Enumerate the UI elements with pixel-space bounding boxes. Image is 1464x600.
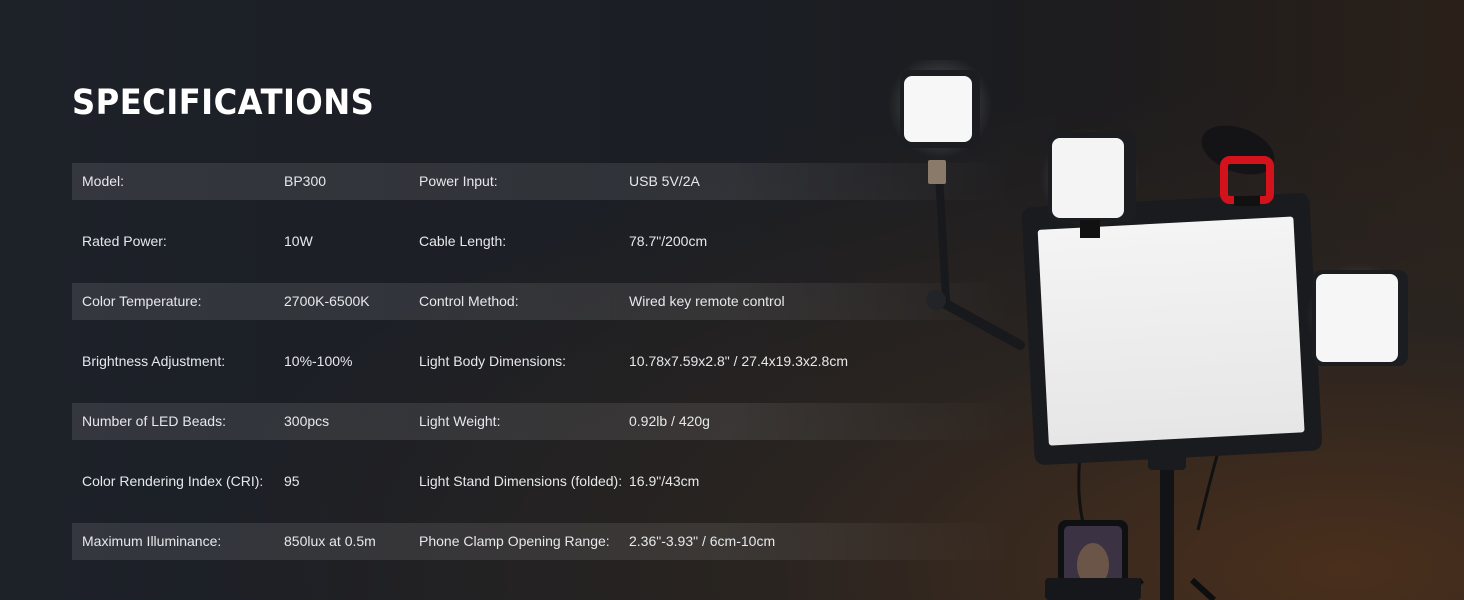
spec-value: 10.78x7.59x2.8" / 27.4x19.3x2.8cm [629, 353, 849, 369]
spec-label: Cable Length: [419, 233, 507, 249]
spec-value: 850lux at 0.5m [284, 533, 376, 549]
mini-light [1040, 128, 1140, 238]
spec-row: Model: BP300 Power Input: USB 5V/2A [72, 163, 1012, 200]
product-image [888, 60, 1410, 600]
spec-value: 10%-100% [284, 353, 353, 369]
spec-value: 2.36"-3.93" / 6cm-10cm [629, 533, 776, 549]
spec-label: Color Rendering Index (CRI): [82, 473, 264, 489]
spec-label: Maximum Illuminance: [82, 533, 222, 549]
spec-value: BP300 [284, 173, 327, 189]
spec-row: Number of LED Beads: 300pcs Light Weight… [72, 403, 1012, 440]
spec-value: 10W [284, 233, 313, 249]
main-panel-light [1021, 193, 1323, 465]
spec-row: Brightness Adjustment: 10%-100% Light Bo… [72, 343, 1012, 380]
spec-value: USB 5V/2A [629, 173, 700, 189]
spec-value: 0.92lb / 420g [629, 413, 710, 429]
spec-label: Brightness Adjustment: [82, 353, 226, 369]
mini-light [1306, 263, 1410, 367]
spec-value: 95 [284, 473, 300, 489]
spec-label: Light Stand Dimensions (folded): [419, 473, 623, 489]
spec-label: Number of LED Beads: [82, 413, 226, 429]
spec-label: Rated Power: [82, 233, 167, 249]
spec-value: 300pcs [284, 413, 330, 429]
spec-table: Model: BP300 Power Input: USB 5V/2A Rate… [72, 163, 1012, 583]
spec-label: Color Temperature: [82, 293, 202, 309]
spec-label: Light Weight: [419, 413, 501, 429]
spec-value: 2700K-6500K [284, 293, 370, 309]
page-title: SPECIFICATIONS [72, 83, 375, 123]
spec-value: 16.9"/43cm [629, 473, 700, 489]
spec-label: Model: [82, 173, 125, 189]
mini-light [888, 60, 992, 158]
spec-row: Maximum Illuminance: 850lux at 0.5m Phon… [72, 523, 1012, 560]
spec-label: Light Body Dimensions: [419, 353, 567, 369]
microphone [1201, 125, 1275, 206]
spec-label: Power Input: [419, 173, 498, 189]
spec-row: Rated Power: 10W Cable Length: 78.7"/200… [72, 223, 1012, 260]
spec-value: Wired key remote control [629, 293, 785, 309]
spec-value: 78.7"/200cm [629, 233, 708, 249]
spec-row: Color Rendering Index (CRI): 95 Light St… [72, 463, 1012, 500]
phone-clamp [1045, 520, 1141, 600]
spec-label: Phone Clamp Opening Range: [419, 533, 610, 549]
magic-arm [926, 146, 1025, 350]
spec-row: Color Temperature: 2700K-6500K Control M… [72, 283, 1012, 320]
spec-label: Control Method: [419, 293, 519, 309]
